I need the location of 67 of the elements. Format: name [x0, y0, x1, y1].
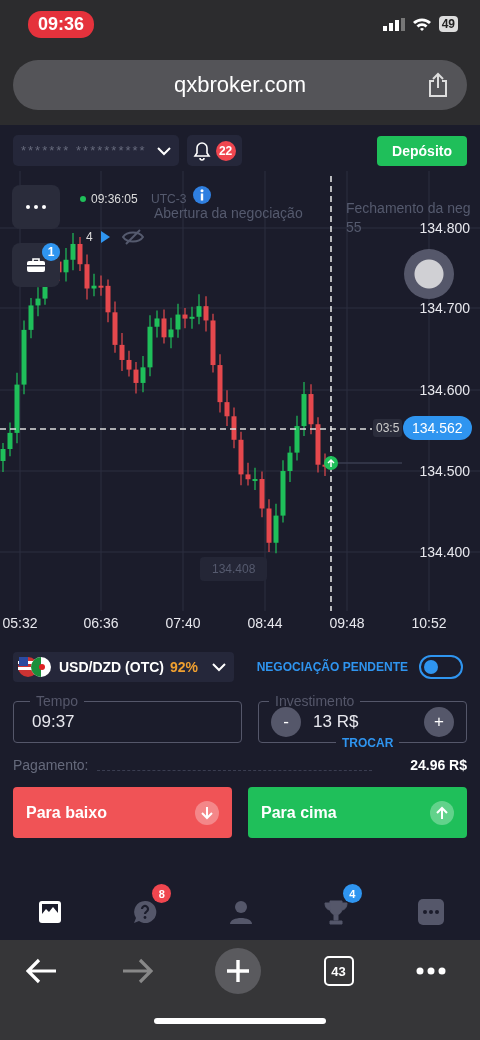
info-icon[interactable]	[193, 186, 211, 204]
address-bar[interactable]: qxbroker.com	[13, 60, 467, 110]
time-axis-label: 08:44	[246, 615, 284, 631]
asset-name: USD/DZD (OTC)	[59, 659, 164, 675]
new-tab-button[interactable]	[215, 948, 261, 994]
trade-marker-icon	[324, 456, 403, 470]
time-axis-label: 07:40	[164, 615, 202, 631]
time-field[interactable]: Tempo 09:37	[13, 693, 242, 743]
field-label: Tempo	[35, 693, 80, 709]
portfolio-badge: 1	[42, 243, 60, 261]
time-axis-label: 09:48	[328, 615, 366, 631]
trade-open-label: Abertura da negociação	[154, 205, 303, 221]
switch-link[interactable]: TROCAR	[336, 736, 400, 750]
close-timer: 55	[346, 219, 362, 235]
nav-badge: 8	[152, 884, 172, 903]
chevron-down-icon	[212, 662, 227, 672]
amount-value: 13 R$	[313, 711, 360, 732]
bell-icon	[192, 140, 211, 161]
payout-label: Pagamento:	[13, 757, 89, 773]
back-icon[interactable]	[26, 958, 58, 984]
assistive-touch-button[interactable]	[404, 249, 454, 299]
time-axis-label: 10:52	[410, 615, 448, 631]
more-button[interactable]	[12, 185, 60, 229]
current-price-tag: 134.562	[403, 416, 472, 440]
time-axis-label: 05:32	[1, 615, 39, 631]
price-axis-label: 134.700	[419, 300, 470, 316]
battery-level: 49	[438, 16, 458, 32]
price-axis-label: 134.800	[419, 220, 470, 236]
time-value: 09:37	[32, 711, 75, 732]
field-label: Investimento	[274, 693, 356, 709]
notification-badge: 22	[215, 140, 236, 161]
signal-icon	[382, 17, 405, 31]
briefcase-icon	[26, 257, 46, 273]
candle-countdown: 03:5	[373, 419, 403, 437]
play-icon[interactable]	[101, 231, 110, 243]
tabs-button[interactable]: 43	[323, 956, 354, 986]
share-icon[interactable]	[427, 72, 449, 98]
wifi-icon	[411, 17, 432, 31]
pending-trade-label: NEGOCIAÇÃO PENDENTE	[256, 660, 408, 674]
trades-count: 4	[86, 230, 93, 244]
asset-selector[interactable]: USD/DZD (OTC) 92%	[13, 652, 235, 682]
status-time: 09:36	[28, 10, 95, 38]
timezone-label: UTC-3	[151, 192, 187, 206]
nav-badge: 4	[342, 884, 362, 903]
increase-button[interactable]: +	[424, 706, 454, 737]
more-tab[interactable]	[417, 898, 445, 926]
payout-value: 24.96 R$	[410, 757, 467, 773]
more-icon[interactable]	[416, 967, 446, 975]
dots-icon	[26, 205, 46, 209]
chevron-down-icon	[156, 145, 171, 156]
low-price-tag: 134.408	[200, 557, 268, 581]
hidden-eye-icon[interactable]	[122, 229, 144, 245]
chart-tab[interactable]	[36, 898, 64, 926]
time-axis-label: 06:36	[82, 615, 120, 631]
server-clock: 09:36:05	[80, 192, 138, 206]
plus-icon	[226, 959, 250, 983]
price-axis-label: 134.500	[419, 463, 470, 479]
trade-close-label: Fechamento da neg	[346, 200, 471, 216]
pending-trade-toggle[interactable]	[419, 655, 463, 679]
notifications-button[interactable]: 22	[186, 135, 242, 166]
trophy-tab[interactable]	[321, 898, 350, 926]
price-axis-label: 134.600	[419, 382, 470, 398]
forward-icon[interactable]	[120, 958, 153, 984]
price-axis-label: 134.400	[419, 544, 470, 560]
flag-icon	[17, 656, 53, 678]
decrease-button[interactable]: -	[271, 706, 301, 737]
asset-payout: 92%	[170, 659, 199, 675]
